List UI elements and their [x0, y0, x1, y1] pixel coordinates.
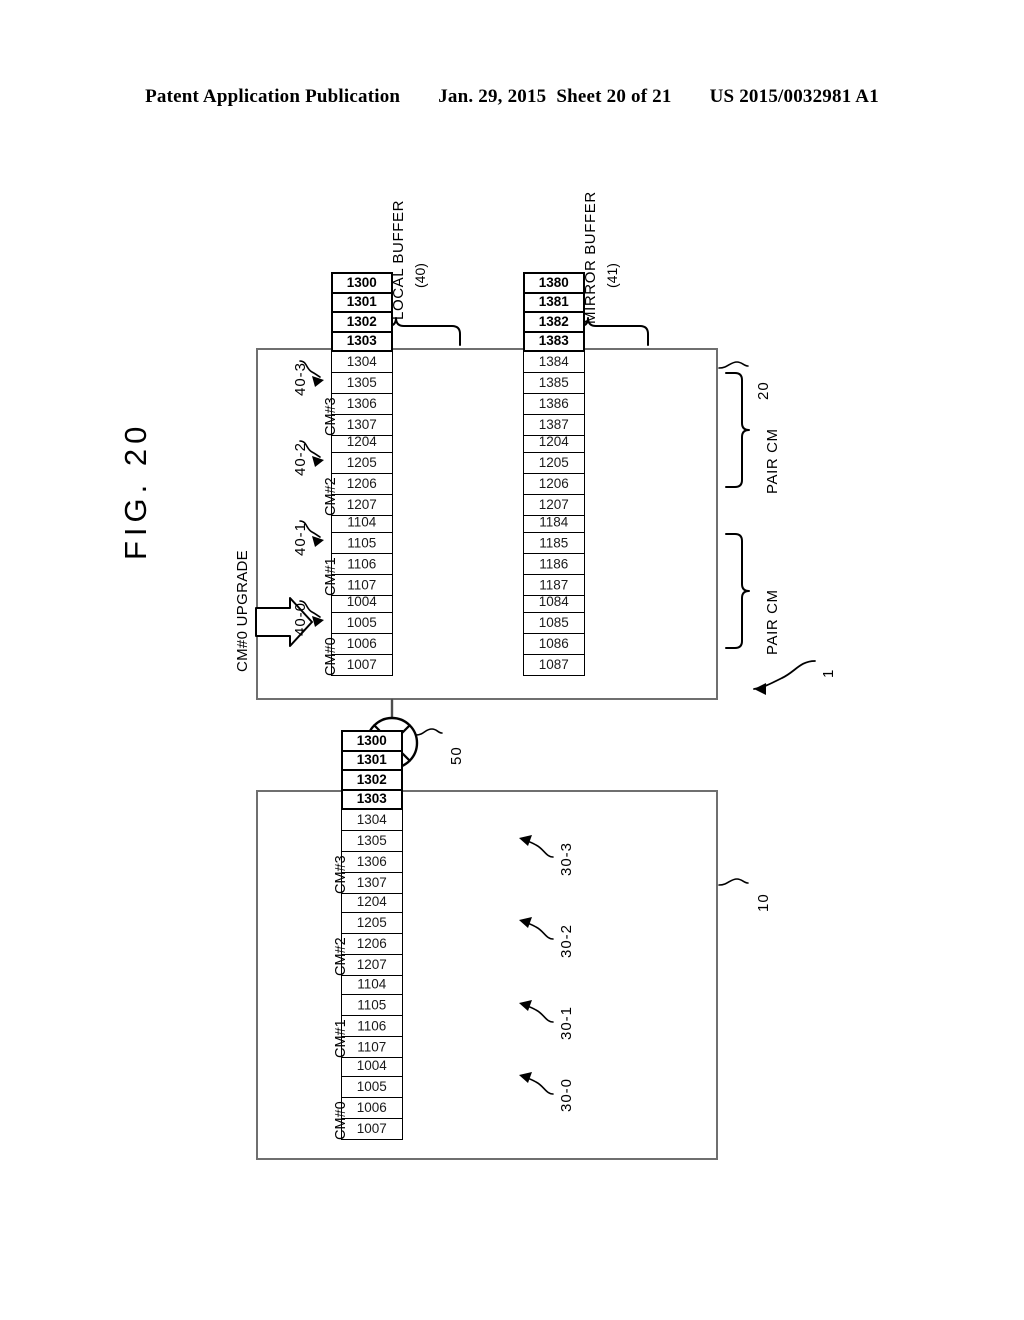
local-buffer-cell: 1303: [331, 330, 393, 352]
mirror-buffer-cell: 1386: [523, 393, 585, 415]
local-buffer-cell: 1107: [331, 574, 393, 596]
local-buffer-ref: (40): [412, 263, 428, 288]
local-buffer-cell: 1304: [331, 351, 393, 373]
mirror-buffer-strip: 1387 1386 1385 1384 1383 1382 1381 1380: [523, 271, 585, 436]
pair-cm-label-lower: PAIR CM: [764, 589, 781, 655]
disk-array-cell: 1307: [341, 872, 403, 894]
mirror-buffer-cell: 1382: [523, 310, 585, 333]
disk-array-cell: 1105: [341, 994, 403, 1016]
disk-array-cell: 1305: [341, 830, 403, 852]
disk-array-cell: 1006: [341, 1097, 403, 1119]
local-buffer-cell: 1007: [331, 654, 393, 676]
local-buffer-row-label: CM#2: [323, 477, 339, 516]
local-buffer-row-label: CM#0: [323, 637, 339, 676]
local-buffer-cell: 1105: [331, 532, 393, 554]
header-publication: Patent Application Publication: [145, 86, 401, 107]
disk-array-cell: 1106: [341, 1015, 403, 1037]
ref-local-2: 40-2: [292, 441, 309, 476]
ref-upper-box: 20: [755, 381, 772, 400]
mirror-buffer-cell: 1385: [523, 372, 585, 394]
mirror-buffer-cell: 1085: [523, 612, 585, 634]
disk-array-cell: 1301: [341, 749, 403, 772]
mirror-buffer-cell: 1205: [523, 452, 585, 474]
mirror-buffer-cell: 1187: [523, 574, 585, 596]
local-buffer-cell: 1205: [331, 452, 393, 474]
disk-array-cell: 1300: [341, 729, 403, 752]
disk-array-cell: 1007: [341, 1118, 403, 1140]
mirror-buffer-cell: 1086: [523, 633, 585, 655]
local-buffer-cell: 1302: [331, 310, 393, 333]
disk-array-strip: 1307 1306 1305 1304 1303 1302 1301 1300: [341, 729, 403, 894]
local-buffer-row-label: CM#3: [323, 397, 339, 436]
disk-array-cell: 1107: [341, 1036, 403, 1058]
local-buffer-cell: 1300: [331, 271, 393, 294]
disk-array-row-label: CM#3: [333, 855, 349, 894]
cm0-upgrade-label: CM#0 UPGRADE: [234, 550, 251, 672]
ref-lower-box: 10: [755, 893, 772, 912]
disk-array-cell: 1104: [341, 973, 403, 995]
local-buffer-cell: 1305: [331, 372, 393, 394]
local-buffer-cell: 1307: [331, 414, 393, 436]
disk-array-cell: 1204: [341, 891, 403, 913]
header-sheet: Sheet 20 of 21: [556, 86, 672, 107]
ref-disk-0: 30-0: [558, 1077, 575, 1112]
ref-disk-1: 30-1: [558, 1005, 575, 1040]
disk-array-cell: 1303: [341, 788, 403, 810]
local-buffer-cell: 1005: [331, 612, 393, 634]
disk-array-cell: 1005: [341, 1076, 403, 1098]
disk-array-row-label: CM#0: [333, 1101, 349, 1140]
disk-array-cell: 1004: [341, 1055, 403, 1077]
local-buffer-cell: 1306: [331, 393, 393, 415]
ref-local-0: 40-0: [292, 601, 309, 636]
disk-array-cell: 1207: [341, 954, 403, 976]
ref-disk-2: 30-2: [558, 923, 575, 958]
disk-array-cell: 1304: [341, 809, 403, 831]
mirror-buffer-cell: 1087: [523, 654, 585, 676]
mirror-buffer-cell: 1384: [523, 351, 585, 373]
disk-array-row-label: CM#1: [333, 1019, 349, 1058]
disk-array-row-label: CM#2: [333, 937, 349, 976]
local-buffer-cell: 1206: [331, 473, 393, 495]
mirror-buffer-cell: 1207: [523, 494, 585, 516]
header-docnum: US 2015/0032981 A1: [709, 86, 879, 107]
local-buffer-row-label: CM#1: [323, 557, 339, 596]
disk-array-enclosure: [256, 790, 718, 1160]
mirror-buffer-ref: (41): [604, 263, 620, 288]
ref-local-1: 40-1: [292, 521, 309, 556]
mirror-buffer-cell: 1185: [523, 532, 585, 554]
local-buffer-cell: 1301: [331, 291, 393, 314]
local-buffer-cell: 1106: [331, 553, 393, 575]
mirror-buffer-cell: 1206: [523, 473, 585, 495]
disk-array-cell: 1306: [341, 851, 403, 873]
mirror-buffer-cell: 1381: [523, 291, 585, 314]
ref-switch: 50: [448, 746, 465, 765]
disk-array-cell: 1206: [341, 933, 403, 955]
page-header: Patent Application Publication Jan. 29, 2…: [0, 86, 1024, 108]
mirror-buffer-cell: 1186: [523, 553, 585, 575]
local-buffer-cell: 1207: [331, 494, 393, 516]
header-date: Jan. 29, 2015: [438, 86, 547, 107]
mirror-buffer-cell: 1383: [523, 330, 585, 352]
local-buffer-strip: 1307 1306 1305 1304 1303 1302 1301 1300: [331, 271, 393, 436]
ref-system: 1: [820, 668, 837, 678]
pair-cm-label-upper: PAIR CM: [764, 428, 781, 494]
disk-array-cell: 1302: [341, 768, 403, 791]
local-buffer-cell: 1006: [331, 633, 393, 655]
disk-array-cell: 1205: [341, 912, 403, 934]
ref-local-3: 40-3: [292, 361, 309, 396]
ref-disk-3: 30-3: [558, 841, 575, 876]
figure-label: FIG. 20: [118, 421, 153, 560]
mirror-buffer-cell: 1387: [523, 414, 585, 436]
mirror-buffer-cell: 1380: [523, 271, 585, 294]
